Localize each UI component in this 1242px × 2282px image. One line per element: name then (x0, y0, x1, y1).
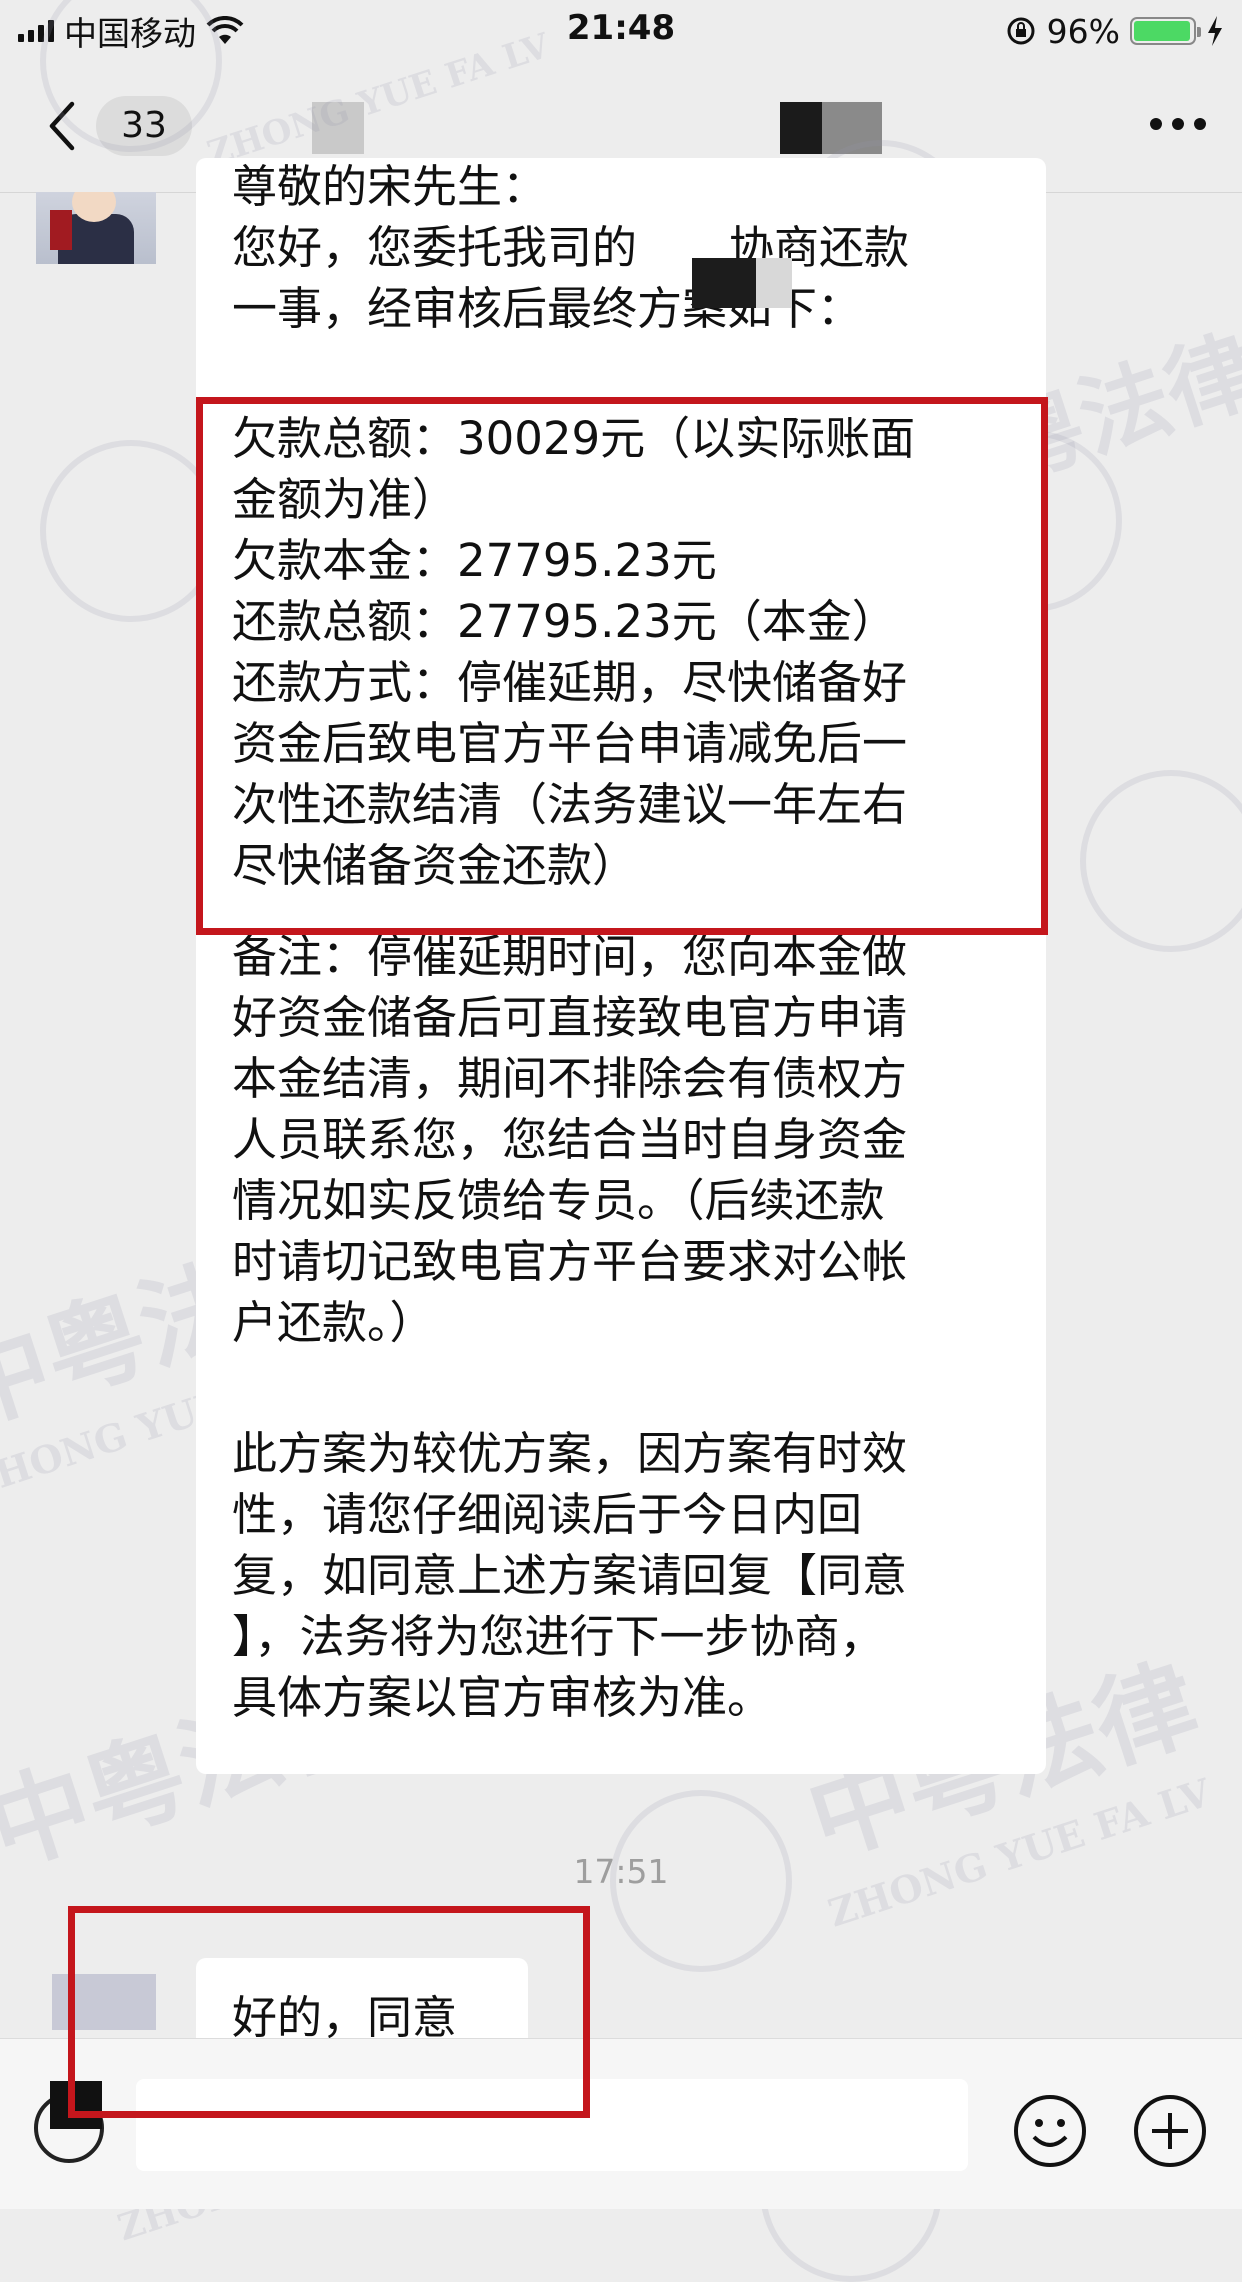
message-line: 具体方案以官方审核为准。 (232, 1671, 773, 1724)
redacted-text-block (692, 258, 756, 308)
highlight-frame (196, 397, 1048, 935)
plus-icon[interactable] (1132, 2093, 1208, 2169)
message-remarks: 备注：停催延期时间，您向本金做 好资金储备后可直接致电官方申请 本金结清，期间不… (232, 926, 907, 1353)
battery-percent: 96% (1046, 11, 1120, 51)
message-line: 情况如实反馈给专员。（后续还款 (232, 1174, 885, 1227)
highlight-frame (68, 1906, 590, 2118)
status-bar: 中国移动 21:48 96% (0, 0, 1242, 62)
message-line: 备注：停催延期时间，您向本金做 (232, 930, 908, 983)
watermark-seal-icon (40, 440, 222, 622)
back-chevron-icon[interactable] (46, 100, 76, 152)
message-line: 好资金储备后可直接致电官方申请 (232, 991, 908, 1044)
message-line: 本金结清，期间不排除会有债权方 (232, 1052, 908, 1105)
charging-bolt-icon (1208, 16, 1222, 46)
unread-count-badge[interactable]: 33 (96, 96, 192, 156)
redacted-text-block (756, 258, 792, 308)
message-line: 一事，经审核后最终方案如下： (232, 282, 863, 335)
message-greeting: 尊敬的宋先生： 您好，您委托我司的 协商还款 一事，经审核后最终方案如下： (232, 160, 910, 339)
message-line: 】，法务将为您进行下一步协商， (232, 1610, 885, 1663)
redacted-title-block (822, 102, 882, 154)
message-line: 性，请您仔细阅读后于今日内回 (232, 1488, 863, 1541)
message-line: 此方案为较优方案，因方案有时效 (232, 1427, 908, 1480)
rotation-lock-icon (1007, 17, 1035, 45)
sender-avatar[interactable] (36, 192, 156, 264)
status-right-group: 96% (1005, 8, 1224, 54)
battery-icon (1130, 17, 1201, 45)
message-line: 户还款。） (232, 1296, 435, 1349)
more-options-icon[interactable] (1150, 118, 1206, 132)
redacted-title-block (312, 102, 364, 154)
message-closing: 此方案为较优方案，因方案有时效 性，请您仔细阅读后于今日内回 复，如同意上述方案… (232, 1423, 907, 1728)
redacted-title-block (780, 102, 822, 154)
message-line: 人员联系您，您结合当时自身资金 (232, 1113, 908, 1166)
message-line: 您好，您委托我司的 协商还款 (232, 221, 910, 274)
emoji-icon[interactable] (1012, 2093, 1088, 2169)
watermark-seal-icon (1080, 770, 1242, 952)
message-line: 时请切记致电官方平台要求对公帐 (232, 1235, 908, 1288)
message-timestamp: 17:51 (573, 1852, 669, 1891)
message-line: 复，如同意上述方案请回复【同意 (232, 1549, 908, 1602)
message-line: 尊敬的宋先生： (232, 160, 548, 213)
